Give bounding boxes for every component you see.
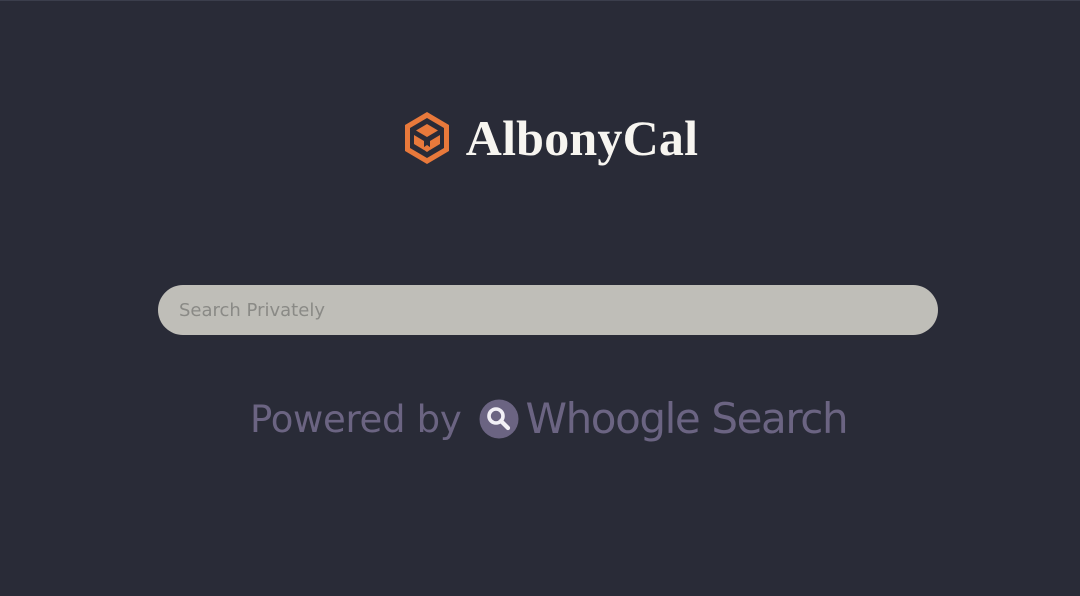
whoogle-search-label: Whoogle Search bbox=[525, 394, 848, 443]
brand-name: AlbonyCal bbox=[465, 110, 699, 166]
hexagon-cube-logo-icon bbox=[404, 112, 449, 164]
search-bar bbox=[158, 285, 938, 335]
brand-header: AlbonyCal bbox=[0, 105, 1080, 171]
search-input[interactable] bbox=[158, 285, 938, 335]
powered-by-label: Powered by bbox=[250, 397, 462, 441]
powered-by-footer: Powered by Whoogle Search bbox=[250, 393, 849, 445]
magnifier-icon bbox=[479, 399, 519, 439]
